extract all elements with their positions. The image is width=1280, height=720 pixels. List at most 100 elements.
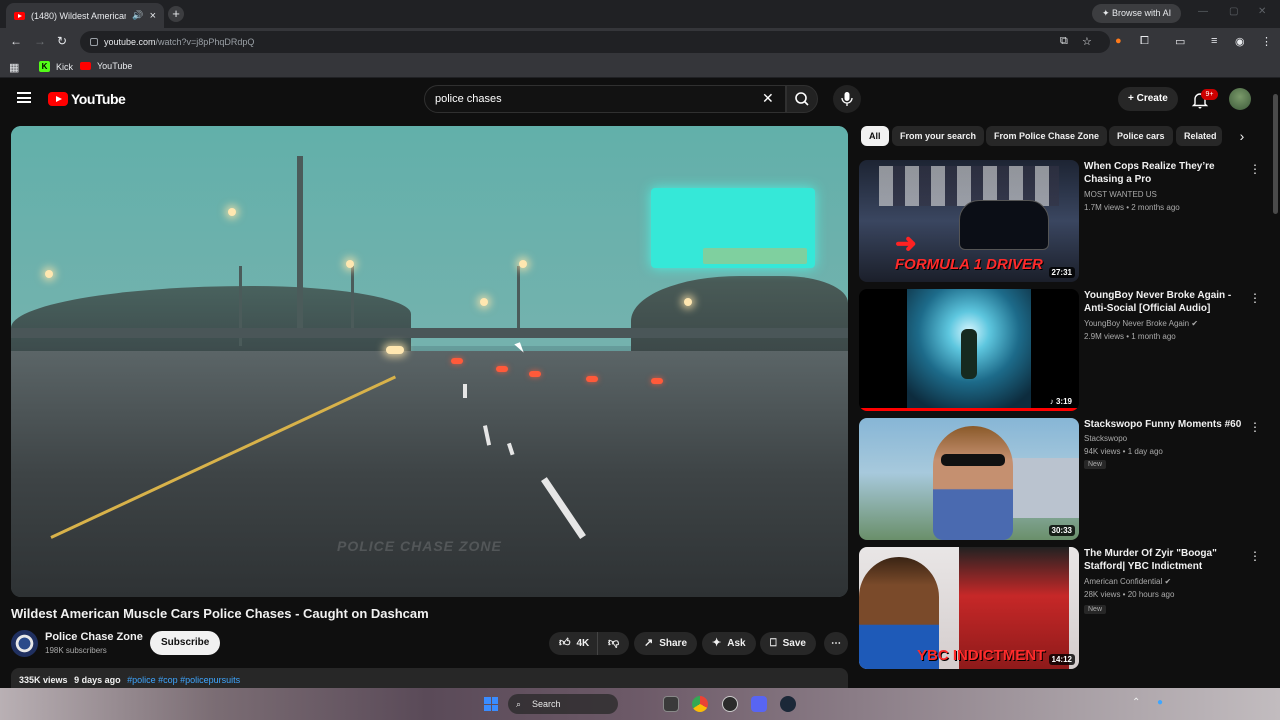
share-button[interactable]: ↗ Share [634,632,698,655]
chip-police-cars[interactable]: Police cars [1109,126,1173,146]
video-thumbnail[interactable]: ➜ FORMULA 1 DRIVER 27:31 [859,160,1079,282]
apps-grid-icon[interactable]: ▦ [9,61,19,74]
recommendation-title[interactable]: The Murder Of Zyir "Booga" Stafford| YBC… [1084,547,1244,573]
video-street-light [45,270,53,278]
ask-button[interactable]: ✦ Ask [702,632,756,655]
search-input[interactable]: police chases [424,85,786,113]
video-headlights [386,346,404,354]
back-icon[interactable]: ← [10,34,22,48]
chevron-right-icon[interactable]: › [1232,126,1252,146]
extension-icon[interactable]: ● [1115,35,1122,47]
speaker-icon[interactable]: 🔊 [132,10,143,21]
reload-icon[interactable]: ↻ [57,34,67,48]
app-icon[interactable] [722,696,738,712]
video-thumbnail[interactable]: ♪ 3:19 [859,289,1079,411]
chip-from-police-chase-zone[interactable]: From Police Chase Zone [986,126,1108,146]
more-horizontal-icon: ⋯ [831,638,841,649]
recommendation-item[interactable]: ➜ FORMULA 1 DRIVER 27:31 When Cops Reali… [859,160,1269,282]
more-actions-button[interactable]: ⋯ [824,632,848,655]
more-vertical-icon[interactable]: ⋮ [1249,420,1261,434]
recommendation-meta: 2.9M views • 1 month ago [1084,332,1176,341]
new-tab-button[interactable]: + [168,6,184,22]
recommendation-title[interactable]: When Cops Realize They’re Chasing a Pro [1084,160,1244,186]
scrollbar-thumb[interactable] [1273,94,1278,214]
clear-search-icon[interactable]: ✕ [762,90,774,107]
terminal-app-icon[interactable] [663,696,679,712]
subscribe-button[interactable]: Subscribe [150,631,221,655]
account-avatar[interactable] [1229,88,1251,110]
bookmark-star-icon[interactable]: ☆ [1082,35,1092,48]
recommendation-channel[interactable]: American Confidential ✔ [1084,577,1171,586]
bookmark-kick[interactable]: K Kick [39,61,73,72]
recommendation-item[interactable]: 30:33 Stackswopo Funny Moments #60 Stack… [859,418,1269,540]
steam-app-icon[interactable] [780,696,796,712]
video-duration: ♪ 3:19 [1046,396,1075,407]
media-controls-icon[interactable]: ≡ [1211,35,1217,47]
tray-app-icon[interactable]: ● [1157,697,1163,708]
dislike-button[interactable]: 👎︎ [597,632,629,655]
minimize-icon[interactable]: — [1198,6,1208,17]
browse-with-ai-button[interactable]: ✦ Browse with AI [1092,4,1182,23]
more-vertical-icon[interactable]: ⋮ [1249,162,1261,176]
taskbar-search[interactable]: ⌕ Search [508,694,618,714]
chip-related[interactable]: Related [1176,126,1222,146]
forward-icon[interactable]: → [34,34,46,48]
chip-all[interactable]: All [861,126,889,146]
recommendation-channel[interactable]: MOST WANTED US [1084,190,1157,199]
video-thumbnail[interactable]: YBC INDICTMENT 14:12 [859,547,1079,669]
ask-label: Ask [727,638,746,649]
recommendation-item[interactable]: ♪ 3:19 YoungBoy Never Broke Again - Anti… [859,289,1269,411]
taskbar-search-label: Search [532,699,561,709]
sunglasses-icon [941,454,1005,466]
save-button[interactable]: ⎕ Save [760,632,816,655]
chrome-app-icon[interactable] [692,696,708,712]
youtube-header: YouTube police chases ✕ + Create [0,80,1270,118]
more-vertical-icon[interactable]: ⋮ [1249,549,1261,563]
tray-chevron-up-icon[interactable]: ⌃ [1132,697,1140,708]
hashtags[interactable]: #police #cop #policepursuits [127,675,240,685]
thumbnail-text: FORMULA 1 DRIVER [895,256,1043,273]
chip-from-your-search[interactable]: From your search [892,126,985,146]
site-info-icon[interactable] [90,38,98,46]
discord-app-icon[interactable] [751,696,767,712]
recommendation-title[interactable]: Stackswopo Funny Moments #60 [1084,418,1244,431]
hamburger-menu-icon[interactable] [17,92,31,103]
video-street-light [346,260,354,268]
extensions-puzzle-icon[interactable]: ⧠ [1140,35,1149,48]
cast-icon[interactable]: ▭ [1175,35,1185,48]
page-scrollbar[interactable] [1271,80,1280,688]
description-box[interactable]: 335K views 9 days ago #police #cop #poli… [11,668,848,688]
bookmark-youtube[interactable]: YouTube [80,61,132,71]
windows-start-icon[interactable] [484,697,498,711]
subscriber-count: 198K subscribers [45,646,107,655]
profile-icon[interactable]: ◉ [1235,35,1245,48]
video-duration: 30:33 [1048,525,1075,536]
video-tail-light [496,366,508,372]
voice-search-button[interactable] [833,85,861,113]
install-icon[interactable]: ⧉ [1060,35,1068,48]
recommendation-channel[interactable]: YoungBoy Never Broke Again ✔ [1084,319,1198,328]
tab-close-icon[interactable]: × [150,10,156,22]
browser-tab-strip: (1480) Wildest American M 🔊 × + ✦ Browse… [0,0,1280,28]
thumbs-down-icon: 👎︎ [608,637,620,649]
channel-name[interactable]: Police Chase Zone [45,631,143,643]
channel-avatar[interactable] [11,630,38,657]
view-count: 335K views [19,675,68,685]
maximize-icon[interactable]: ▢ [1229,6,1238,17]
menu-kebab-icon[interactable]: ⋮ [1261,35,1272,48]
recommendation-channel[interactable]: Stackswopo [1084,434,1127,443]
more-vertical-icon[interactable]: ⋮ [1249,291,1261,305]
youtube-logo[interactable]: YouTube [48,91,126,107]
browser-tab[interactable]: (1480) Wildest American M 🔊 × [6,3,164,28]
url-field[interactable]: youtube.com/watch?v=j8pPhqDRdpQ [80,31,1110,53]
video-player[interactable]: POLICE CHASE ZONE [11,126,848,597]
like-button[interactable]: 👍︎ 4K [549,632,597,655]
create-button[interactable]: + Create [1118,87,1178,111]
recommendation-item[interactable]: YBC INDICTMENT 14:12 The Murder Of Zyir … [859,547,1269,669]
youtube-favicon-icon [80,62,91,70]
video-thumbnail[interactable]: 30:33 [859,418,1079,540]
window-close-icon[interactable]: ✕ [1258,6,1266,17]
video-light-pole [517,266,520,336]
recommendation-title[interactable]: YoungBoy Never Broke Again - Anti-Social… [1084,289,1244,315]
search-button[interactable] [786,85,818,113]
